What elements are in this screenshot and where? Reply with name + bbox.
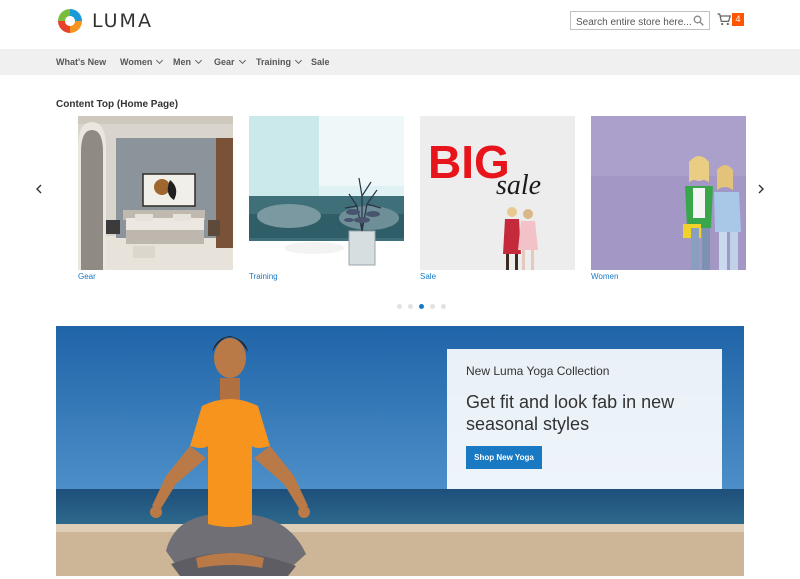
chevron-down-icon	[194, 56, 203, 65]
chevron-down-icon	[156, 56, 164, 65]
section-title: Content Top (Home Page)	[56, 99, 179, 110]
nav-item-gear[interactable]: Gear	[214, 49, 246, 75]
luma-logo-icon	[58, 9, 82, 33]
nav-item-training[interactable]: Training	[256, 49, 303, 75]
carousel-dot-active[interactable]	[419, 304, 424, 309]
nav-item-label: Women	[120, 57, 153, 67]
slide-caption-gear[interactable]: Gear	[78, 272, 96, 281]
carousel-dot[interactable]	[397, 304, 402, 309]
search-input[interactable]	[571, 14, 691, 31]
sale-script-text: sale	[496, 170, 541, 201]
training-image	[249, 116, 404, 270]
slide-caption-training[interactable]: Training	[249, 272, 278, 281]
nav-item-women[interactable]: Women	[120, 49, 164, 75]
chevron-down-icon	[238, 56, 246, 65]
slide-caption-sale[interactable]: Sale	[420, 272, 436, 281]
chevron-right-icon[interactable]	[754, 182, 768, 196]
bedroom-image	[78, 116, 233, 270]
nav-item-label: Gear	[214, 57, 235, 67]
search-box	[570, 11, 710, 31]
sale-image: BIG sale	[420, 116, 575, 270]
women-image	[591, 116, 746, 270]
shop-new-yoga-button[interactable]: Shop New Yoga	[466, 446, 542, 469]
chevron-left-icon[interactable]	[32, 182, 46, 196]
carousel-dot[interactable]	[441, 304, 446, 309]
search-icon[interactable]	[693, 15, 704, 26]
promo-card: New Luma Yoga Collection Get fit and loo…	[447, 349, 722, 489]
promo-kicker: New Luma Yoga Collection	[466, 364, 610, 378]
carousel-dot[interactable]	[430, 304, 435, 309]
brand-name: LUMA	[92, 10, 153, 32]
carousel-slide-women[interactable]	[591, 116, 746, 270]
site-header: LUMA 4	[0, 0, 800, 49]
chevron-down-icon	[294, 56, 303, 65]
carousel-dot[interactable]	[408, 304, 413, 309]
nav-item-label: What's New	[56, 57, 107, 67]
main-navigation: What's New Women Men Gear Training Sale	[0, 49, 800, 75]
carousel-slide-gear[interactable]	[78, 116, 233, 270]
carousel-slide-training[interactable]	[249, 116, 404, 270]
nav-item-label: Sale	[311, 57, 330, 67]
nav-item-label: Training	[256, 57, 292, 67]
nav-item-label: Men	[173, 57, 191, 67]
carousel-slide-sale[interactable]: BIG sale	[420, 116, 575, 270]
promo-headline: Get fit and look fab in new seasonal sty…	[466, 392, 675, 434]
store-logo[interactable]: LUMA	[56, 7, 153, 35]
slide-caption-women[interactable]: Women	[591, 272, 618, 281]
nav-item-whats-new[interactable]: What's New	[56, 49, 106, 75]
nav-item-men[interactable]: Men	[173, 49, 203, 75]
cart-icon[interactable]	[717, 13, 731, 26]
nav-item-sale[interactable]: Sale	[311, 49, 330, 75]
cart-count-badge[interactable]: 4	[732, 13, 744, 26]
